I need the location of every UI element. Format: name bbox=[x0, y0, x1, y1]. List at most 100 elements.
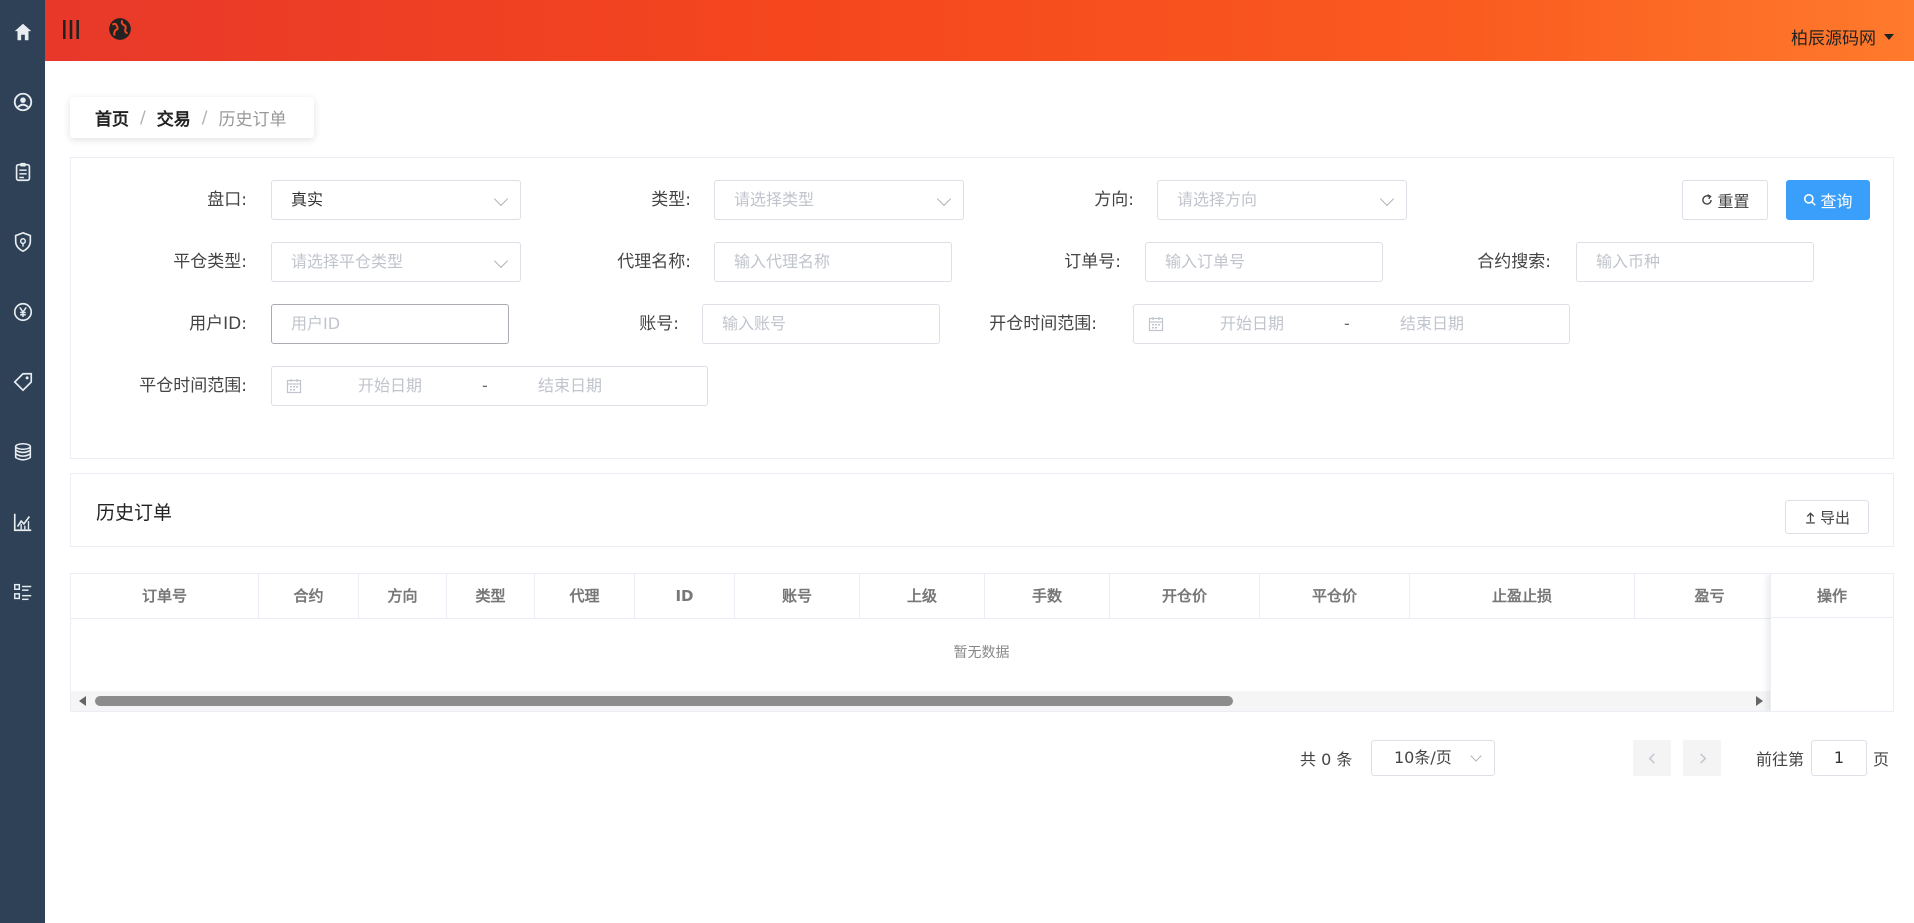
clipboard-icon[interactable] bbox=[10, 159, 35, 184]
account-input[interactable]: 输入账号 bbox=[702, 304, 940, 344]
col-account: 账号 bbox=[735, 574, 860, 618]
col-actions: 操作 bbox=[1771, 574, 1893, 618]
empty-message: 暂无数据 bbox=[953, 645, 1010, 661]
user-menu[interactable]: 柏辰源码网 bbox=[1791, 24, 1894, 49]
chevron-down-icon bbox=[493, 191, 509, 207]
uid-label: 用户ID: bbox=[189, 314, 247, 334]
chevron-down-icon bbox=[936, 191, 952, 207]
chart-icon[interactable] bbox=[10, 509, 35, 534]
sidebar bbox=[0, 0, 45, 923]
col-open-price: 开仓价 bbox=[1110, 574, 1260, 618]
col-order-no: 订单号 bbox=[71, 574, 259, 618]
direction-label: 方向: bbox=[1094, 190, 1134, 210]
close-type-label: 平仓类型: bbox=[173, 252, 247, 272]
col-parent: 上级 bbox=[860, 574, 985, 618]
reset-label: 重置 bbox=[1717, 192, 1750, 211]
prev-page-button[interactable] bbox=[1633, 740, 1671, 776]
direction-placeholder: 请选择方向 bbox=[1177, 190, 1258, 209]
breadcrumb-home[interactable]: 首页 bbox=[95, 105, 129, 130]
account-label: 账号: bbox=[639, 314, 679, 334]
order-input[interactable]: 输入订单号 bbox=[1145, 242, 1383, 282]
fixed-action-column: 操作 bbox=[1770, 574, 1893, 711]
shield-icon[interactable] bbox=[10, 229, 35, 254]
breadcrumb-separator: / bbox=[140, 107, 146, 128]
col-close-price: 平仓价 bbox=[1260, 574, 1410, 618]
globe-icon[interactable] bbox=[106, 15, 134, 43]
account-placeholder: 输入账号 bbox=[722, 314, 787, 333]
export-button[interactable]: 导出 bbox=[1785, 500, 1869, 534]
uid-placeholder: 用户ID bbox=[291, 314, 341, 333]
breadcrumb: 首页 / 交易 / 历史订单 bbox=[70, 97, 314, 138]
chevron-down-icon bbox=[493, 253, 509, 269]
page-size-value: 10条/页 bbox=[1394, 748, 1452, 767]
market-select[interactable]: 真实 bbox=[271, 180, 521, 220]
next-page-button[interactable] bbox=[1683, 740, 1721, 776]
close-type-placeholder: 请选择平仓类型 bbox=[291, 252, 404, 271]
total-count: 共 0 条 bbox=[1300, 750, 1353, 769]
chevron-down-icon bbox=[1470, 750, 1482, 762]
type-label: 类型: bbox=[651, 190, 691, 210]
direction-select[interactable]: 请选择方向 bbox=[1157, 180, 1407, 220]
type-select[interactable]: 请选择类型 bbox=[714, 180, 964, 220]
topbar: 柏辰源码网 bbox=[45, 0, 1914, 61]
close-time-dash: - bbox=[482, 376, 488, 395]
col-agent: 代理 bbox=[535, 574, 635, 618]
filter-panel: 盘口: 真实 类型: 请选择类型 方向: 请选择方向 重置 查询 平仓类型: 请… bbox=[70, 157, 1894, 459]
contract-input[interactable]: 输入币种 bbox=[1576, 242, 1814, 282]
contract-label: 合约搜索: bbox=[1477, 252, 1551, 272]
open-time-dash: - bbox=[1344, 314, 1350, 333]
market-value: 真实 bbox=[291, 190, 324, 209]
breadcrumb-trade[interactable]: 交易 bbox=[157, 105, 191, 130]
scroll-left-icon[interactable] bbox=[79, 696, 86, 706]
calendar-icon bbox=[1148, 317, 1164, 332]
list-icon[interactable] bbox=[10, 579, 35, 604]
close-time-range[interactable]: 开始日期 - 结束日期 bbox=[271, 366, 708, 406]
agent-input[interactable]: 输入代理名称 bbox=[714, 242, 952, 282]
contract-placeholder: 输入币种 bbox=[1596, 252, 1661, 271]
col-pnl: 盈亏 bbox=[1635, 574, 1785, 618]
open-time-range[interactable]: 开始日期 - 结束日期 bbox=[1133, 304, 1570, 344]
uid-input[interactable]: 用户ID bbox=[271, 304, 509, 344]
goto-page-input[interactable]: 1 bbox=[1811, 740, 1867, 776]
chevron-down-icon bbox=[1379, 191, 1395, 207]
open-time-label: 开仓时间范围: bbox=[989, 314, 1097, 334]
export-label: 导出 bbox=[1819, 508, 1850, 527]
goto-suffix: 页 bbox=[1873, 750, 1890, 769]
list-header: 历史订单 导出 bbox=[70, 473, 1894, 547]
order-placeholder: 输入订单号 bbox=[1165, 252, 1246, 271]
calendar-icon bbox=[286, 379, 302, 394]
coins-icon[interactable] bbox=[10, 439, 35, 464]
reset-button[interactable]: 重置 bbox=[1682, 180, 1768, 220]
col-lots: 手数 bbox=[985, 574, 1110, 618]
home-icon[interactable] bbox=[10, 19, 35, 44]
upload-icon bbox=[1806, 511, 1815, 524]
close-time-start[interactable]: 开始日期 bbox=[358, 367, 422, 405]
close-type-select[interactable]: 请选择平仓类型 bbox=[271, 242, 521, 282]
col-type: 类型 bbox=[447, 574, 535, 618]
breadcrumb-current: 历史订单 bbox=[218, 110, 287, 130]
user-circle-icon[interactable] bbox=[10, 89, 35, 114]
open-time-end[interactable]: 结束日期 bbox=[1400, 305, 1464, 343]
col-tp-sl: 止盈止损 bbox=[1410, 574, 1635, 618]
user-name: 柏辰源码网 bbox=[1791, 29, 1876, 49]
scrollbar-thumb[interactable] bbox=[95, 696, 1233, 706]
table-header: 订单号 合约 方向 类型 代理 ID 账号 上级 手数 开仓价 平仓价 止盈止损… bbox=[71, 574, 1785, 619]
market-label: 盘口: bbox=[207, 190, 247, 210]
open-time-start[interactable]: 开始日期 bbox=[1220, 305, 1284, 343]
chevron-right-icon bbox=[1699, 752, 1706, 764]
breadcrumb-separator: / bbox=[201, 107, 208, 128]
close-time-end[interactable]: 结束日期 bbox=[538, 367, 602, 405]
yen-icon[interactable] bbox=[10, 299, 35, 324]
agent-label: 代理名称: bbox=[617, 252, 691, 272]
caret-down-icon bbox=[1884, 33, 1894, 40]
col-direction: 方向 bbox=[359, 574, 447, 618]
scroll-right-icon[interactable] bbox=[1756, 696, 1763, 706]
order-label: 订单号: bbox=[1064, 252, 1121, 272]
page-size-select[interactable]: 10条/页 bbox=[1371, 740, 1495, 776]
menu-icon[interactable] bbox=[57, 15, 85, 43]
horizontal-scrollbar[interactable] bbox=[71, 691, 1771, 711]
search-label: 查询 bbox=[1820, 192, 1853, 211]
tag-icon[interactable] bbox=[10, 369, 35, 394]
search-button[interactable]: 查询 bbox=[1786, 180, 1870, 220]
col-id: ID bbox=[635, 574, 735, 618]
